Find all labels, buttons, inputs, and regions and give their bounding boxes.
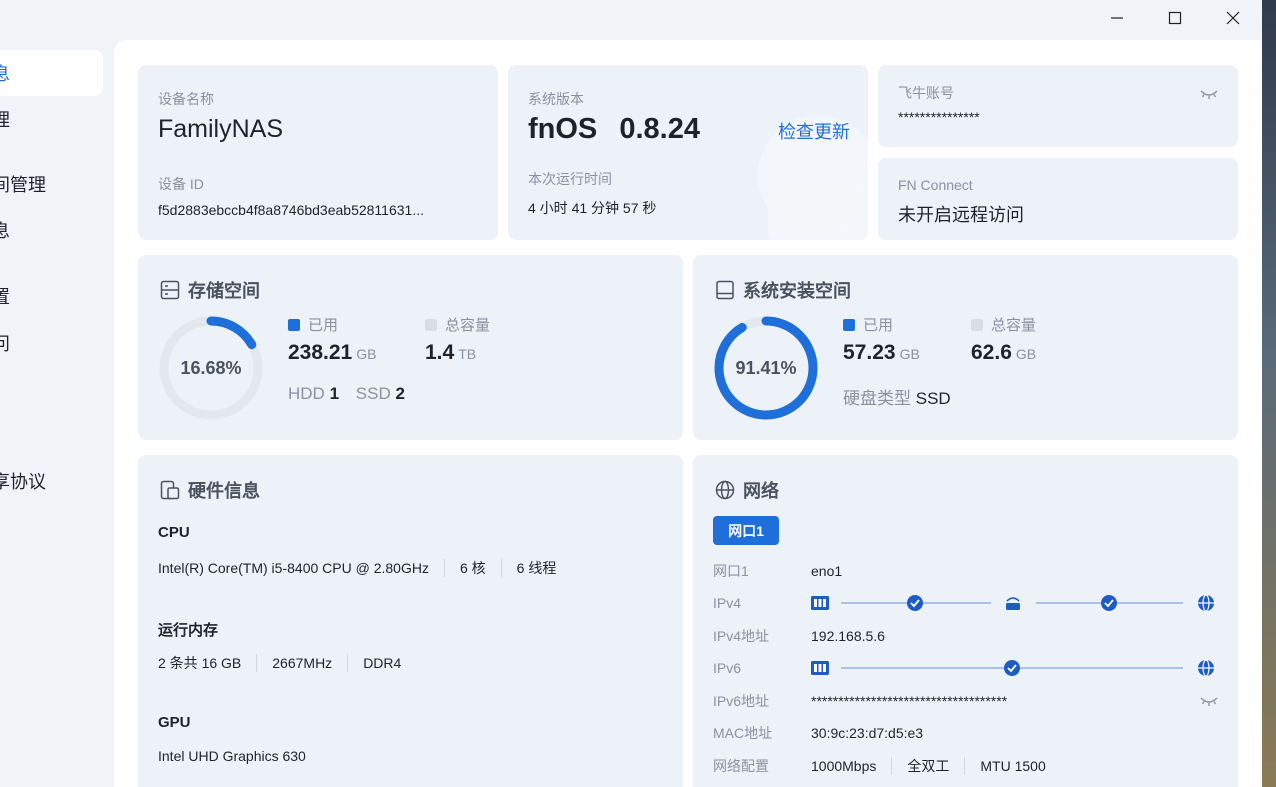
gpu-row: Intel UHD Graphics 630 — [158, 748, 306, 764]
disk-type: 硬盘类型 SSD — [843, 389, 951, 408]
storage-total: 总容量 1.4 TB — [425, 317, 491, 364]
eye-closed-icon[interactable] — [1200, 694, 1218, 708]
sysdisk-used: 已用 57.23 GB — [843, 317, 920, 364]
storage-percent: 16.68% — [180, 357, 242, 378]
sidebar-item-device-info[interactable]: 息 — [0, 50, 103, 96]
account-value: *************** — [898, 109, 980, 125]
net-mac-row: MAC地址 30:9c:23:d7:d5:e3 — [713, 725, 924, 741]
net-port-row: 网口1 eno1 — [713, 563, 843, 579]
net-ipv6-addr-row: IPv6地址 *********************************… — [713, 691, 1218, 711]
device-id: f5d2883ebccb4f8a8746bd3eab52811631... — [158, 202, 424, 218]
title-bar — [1088, 0, 1262, 36]
memory-label: 运行内存 — [158, 622, 219, 639]
device-card: 设备名称 FamilyNAS 设备 ID f5d2883ebccb4f8a874… — [138, 65, 498, 240]
sysdisk-total: 总容量 62.6 GB — [971, 317, 1037, 364]
uptime-value: 4 小时 41 分钟 57 秒 — [528, 200, 657, 216]
net-config-row: 网络配置 1000Mbps 全双工 MTU 1500 — [713, 757, 1046, 775]
eye-closed-icon[interactable] — [1200, 87, 1218, 101]
sidebar-item-6[interactable]: 享协议 — [0, 458, 103, 504]
sidebar-item-5[interactable]: 问 — [0, 320, 103, 366]
maximize-icon — [1168, 11, 1182, 25]
storage-title: 存储空间 — [160, 277, 260, 303]
sysdisk-percent: 91.41% — [735, 357, 797, 378]
net-ipv4-row: IPv4 — [713, 593, 1221, 613]
sidebar-item-2[interactable]: 间管理 — [0, 161, 103, 207]
net-ipv6-row: IPv6 — [713, 658, 1221, 678]
check-icon — [1101, 595, 1117, 611]
globe-icon — [715, 480, 735, 500]
total-legend-swatch — [971, 318, 983, 331]
version-label: 系统版本 — [528, 91, 584, 107]
sysdisk-usage-ring: 91.41% — [713, 315, 819, 421]
minimize-icon — [1111, 17, 1123, 19]
account-card: 飞牛账号 *************** — [878, 65, 1238, 147]
storage-used: 已用 238.21 GB — [288, 317, 377, 364]
storage-card: 存储空间 16.68% 已用 238.21 GB 总容量 1.4 TB HDD 1 — [138, 255, 683, 440]
sidebar-item-3[interactable]: 息 — [0, 207, 103, 253]
app-window: 息 理 间管理 息 置 问 享协议 设备名称 FamilyNAS 设备 ID f… — [0, 0, 1262, 787]
used-legend-swatch — [288, 318, 300, 331]
fnconnect-label: FN Connect — [898, 177, 973, 193]
os-version: 0.8.24 — [619, 113, 700, 145]
hardware-icon — [160, 480, 180, 500]
account-label: 飞牛账号 — [898, 85, 954, 101]
memory-row: 2 条共 16 GB 2667MHz DDR4 — [158, 654, 402, 672]
check-icon — [1004, 660, 1020, 676]
used-legend-swatch — [843, 318, 855, 331]
storage-icon — [160, 280, 180, 300]
net-ipv4-addr-row: IPv4地址 192.168.5.6 — [713, 628, 885, 644]
ipv4-connection-path — [811, 594, 1214, 612]
minimize-button[interactable] — [1088, 0, 1146, 36]
hardware-card: 硬件信息 CPU Intel(R) Core(TM) i5-8400 CPU @… — [138, 455, 683, 787]
sidebar-item-4[interactable]: 置 — [0, 273, 103, 319]
check-update-link[interactable]: 检查更新 — [778, 118, 850, 144]
internet-globe-icon — [1198, 594, 1214, 612]
sidebar: 息 理 间管理 息 置 问 享协议 — [0, 40, 114, 787]
fnconnect-value: 未开启远程访问 — [898, 205, 1024, 225]
disk-counts: HDD 1 SSD 2 — [288, 384, 405, 403]
sidebar-item-1[interactable]: 理 — [0, 96, 103, 142]
close-button[interactable] — [1204, 0, 1262, 36]
system-card: 系统版本 fnOS 0.8.24 检查更新 本次运行时间 4 小时 41 分钟 … — [508, 65, 868, 240]
main-content: 设备名称 FamilyNAS 设备 ID f5d2883ebccb4f8a874… — [114, 40, 1262, 787]
tab-port1[interactable]: 网口1 — [713, 516, 779, 545]
device-name-label: 设备名称 — [158, 91, 214, 107]
close-icon — [1226, 11, 1240, 25]
network-card: 网络 网口1 网口1 eno1 IPv4 IPv4地址 192.168.5.6 … — [693, 455, 1238, 787]
ipv6-connection-path — [811, 659, 1214, 677]
sysdisk-card: 系统安装空间 91.41% 已用 57.23 GB 总容量 62.6 GB 硬盘类型… — [693, 255, 1238, 440]
cpu-label: CPU — [158, 524, 190, 541]
fnconnect-card: FN Connect 未开启远程访问 — [878, 158, 1238, 240]
storage-usage-ring: 16.68% — [158, 315, 264, 421]
sysdisk-title: 系统安装空间 — [715, 277, 851, 303]
maximize-button[interactable] — [1146, 0, 1204, 36]
version-line: fnOS 0.8.24 — [528, 113, 700, 146]
disk-icon — [716, 280, 734, 300]
gpu-label: GPU — [158, 714, 191, 731]
total-legend-swatch — [425, 318, 437, 331]
cpu-row: Intel(R) Core(TM) i5-8400 CPU @ 2.80GHz … — [158, 559, 557, 577]
hardware-title: 硬件信息 — [160, 477, 260, 503]
router-icon — [1006, 597, 1020, 610]
server-icon — [811, 596, 829, 610]
device-id-label: 设备 ID — [158, 176, 204, 192]
check-icon — [907, 595, 923, 611]
uptime-label: 本次运行时间 — [528, 171, 612, 187]
os-name: fnOS — [528, 113, 598, 145]
server-icon — [811, 661, 829, 675]
internet-globe-icon — [1198, 659, 1214, 677]
device-name: FamilyNAS — [158, 115, 284, 143]
network-title: 网络 — [715, 477, 779, 503]
